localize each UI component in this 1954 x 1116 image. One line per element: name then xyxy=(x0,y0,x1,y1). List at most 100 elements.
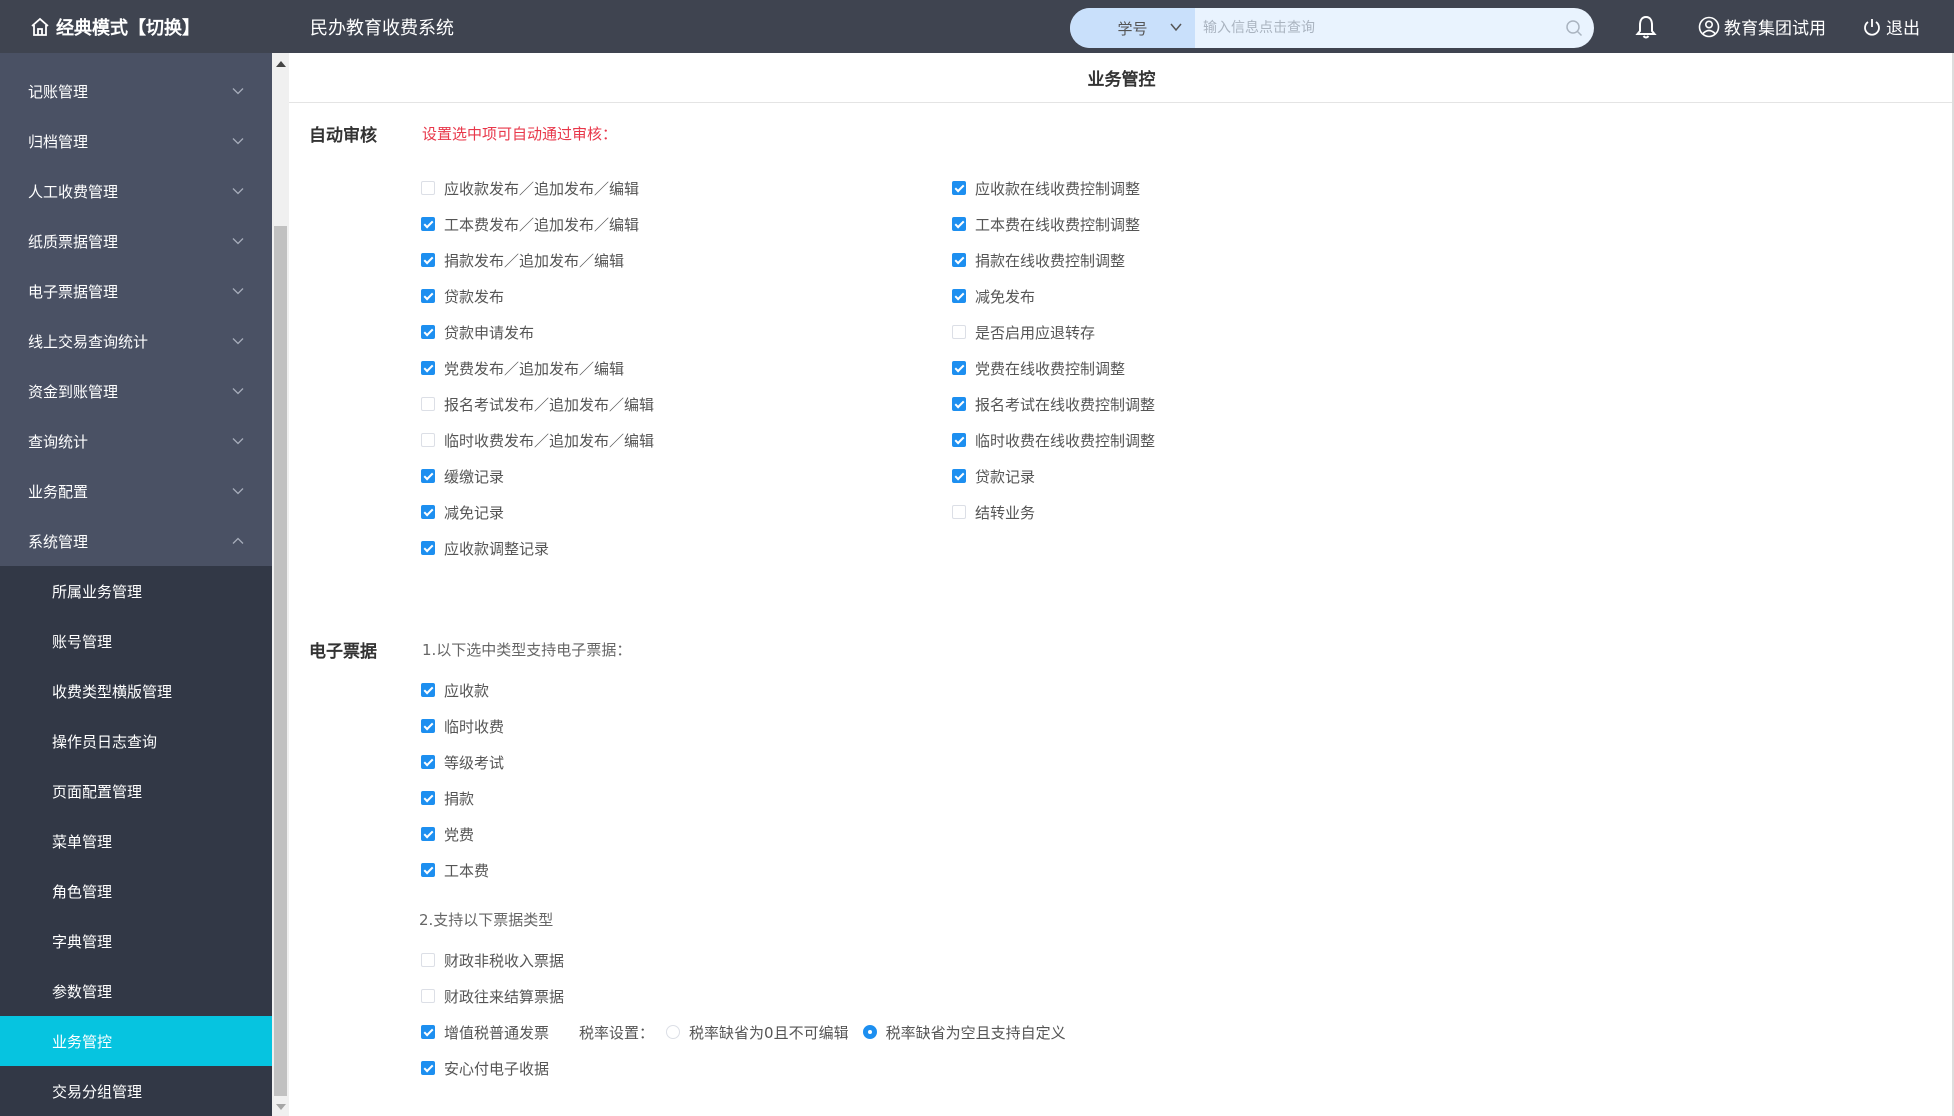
invoice-type-checkbox[interactable]: 财政往来结算票据 xyxy=(421,985,564,1007)
einvoice-hint-invoice-types: 2.支持以下票据类型 xyxy=(419,911,554,929)
sidebar-item-funds[interactable]: 资金到账管理 xyxy=(0,366,272,416)
einvoice-type-checkbox[interactable]: 党费 xyxy=(421,823,474,845)
scroll-down-icon[interactable] xyxy=(276,1104,286,1110)
einvoice-type-checkbox[interactable]: 应收款 xyxy=(421,679,489,701)
checkbox-checked-icon xyxy=(421,755,435,769)
search-input[interactable] xyxy=(1195,8,1554,48)
audit-checkbox[interactable]: 是否启用应退转存 xyxy=(952,321,1095,343)
audit-checkbox[interactable]: 结转业务 xyxy=(952,501,1035,523)
sidebar-item-label: 收费类型横版管理 xyxy=(52,682,173,701)
user-icon xyxy=(1698,16,1720,37)
checkbox-label: 捐款发布／追加发布／编辑 xyxy=(444,251,625,270)
sidebar-subitem-dictionary[interactable]: 字典管理 xyxy=(0,916,272,966)
scroll-up-icon[interactable] xyxy=(276,61,286,67)
checkbox-label: 增值税普通发票 xyxy=(444,1023,550,1042)
sidebar-item-label: 人工收费管理 xyxy=(28,182,119,201)
audit-checkbox[interactable]: 党费发布／追加发布／编辑 xyxy=(421,357,624,379)
checkbox-label: 应收款发布／追加发布／编辑 xyxy=(444,179,640,198)
einvoice-type-checkbox[interactable]: 临时收费 xyxy=(421,715,504,737)
sidebar-subitem-fee-template[interactable]: 收费类型横版管理 xyxy=(0,666,272,716)
audit-checkbox[interactable]: 应收款调整记录 xyxy=(421,537,549,559)
tax-rate-radio-custom[interactable]: 税率缺省为空且支持自定义 xyxy=(862,1022,1066,1043)
audit-checkbox[interactable]: 应收款在线收费控制调整 xyxy=(952,177,1140,199)
checkbox-checked-icon xyxy=(421,683,435,697)
sidebar-item-label: 系统管理 xyxy=(28,532,89,551)
auto-audit-hint: 设置选中项可自动通过审核： xyxy=(422,125,618,143)
search-icon[interactable] xyxy=(1554,8,1594,48)
top-bar: 经典模式【切换】 民办教育收费系统 学号 教育集团试用 退出 xyxy=(0,0,1954,53)
audit-checkbox[interactable]: 减免记录 xyxy=(421,501,504,523)
scrollbar-thumb[interactable] xyxy=(274,226,287,1096)
checkbox-label: 捐款在线收费控制调整 xyxy=(975,251,1126,270)
sidebar-subitem-role[interactable]: 角色管理 xyxy=(0,866,272,916)
audit-checkbox[interactable]: 临时收费发布／追加发布／编辑 xyxy=(421,429,654,451)
einvoice-type-checkbox[interactable]: 工本费 xyxy=(421,859,489,881)
home-icon xyxy=(31,17,49,36)
sidebar: 记账管理 归档管理 人工收费管理 纸质票据管理 电子票据管理 线上交易查询统计 … xyxy=(0,53,272,1116)
audit-checkbox[interactable]: 报名考试在线收费控制调整 xyxy=(952,393,1155,415)
sidebar-subitem-account[interactable]: 账号管理 xyxy=(0,616,272,666)
einvoice-hint-types: 1.以下选中类型支持电子票据： xyxy=(422,641,632,659)
sidebar-item-label: 查询统计 xyxy=(28,432,89,451)
sidebar-scrollbar[interactable] xyxy=(272,53,289,1116)
audit-checkbox[interactable]: 捐款发布／追加发布／编辑 xyxy=(421,249,624,271)
audit-checkbox[interactable]: 工本费发布／追加发布／编辑 xyxy=(421,213,639,235)
checkbox-checked-icon xyxy=(421,863,435,877)
checkbox-label: 贷款记录 xyxy=(975,467,1036,486)
checkbox-label: 临时收费 xyxy=(444,717,505,736)
sidebar-item-manual-fee[interactable]: 人工收费管理 xyxy=(0,166,272,216)
sidebar-subitem-params[interactable]: 参数管理 xyxy=(0,966,272,1016)
audit-checkbox[interactable]: 减免发布 xyxy=(952,285,1035,307)
audit-checkbox[interactable]: 工本费在线收费控制调整 xyxy=(952,213,1140,235)
sidebar-subitem-biz-control[interactable]: 业务管控 xyxy=(0,1016,272,1066)
sidebar-subitem-operator-log[interactable]: 操作员日志查询 xyxy=(0,716,272,766)
audit-checkbox[interactable]: 贷款申请发布 xyxy=(421,321,534,343)
checkbox-checked-icon xyxy=(952,217,966,231)
checkbox-label: 安心付电子收据 xyxy=(444,1059,550,1078)
einvoice-type-checkbox[interactable]: 捐款 xyxy=(421,787,474,809)
sidebar-subitem-menu[interactable]: 菜单管理 xyxy=(0,816,272,866)
sidebar-item-accounting[interactable]: 记账管理 xyxy=(0,66,272,116)
bell-icon[interactable] xyxy=(1634,14,1658,40)
sidebar-item-paper-invoice[interactable]: 纸质票据管理 xyxy=(0,216,272,266)
sidebar-item-e-invoice[interactable]: 电子票据管理 xyxy=(0,266,272,316)
einvoice-label: 电子票据 xyxy=(309,642,377,662)
checkbox-checked-icon xyxy=(421,253,435,267)
audit-checkbox[interactable]: 缓缴记录 xyxy=(421,465,504,487)
mode-switch[interactable]: 经典模式【切换】 xyxy=(30,0,200,53)
audit-checkbox[interactable]: 临时收费在线收费控制调整 xyxy=(952,429,1155,451)
power-icon xyxy=(1864,18,1880,36)
checkbox-label: 减免发布 xyxy=(975,287,1036,306)
sidebar-subitem-business[interactable]: 所属业务管理 xyxy=(0,566,272,616)
audit-checkbox[interactable]: 捐款在线收费控制调整 xyxy=(952,249,1125,271)
audit-checkbox[interactable]: 贷款记录 xyxy=(952,465,1035,487)
sidebar-item-label: 业务管控 xyxy=(52,1032,113,1051)
user-menu[interactable]: 教育集团试用 xyxy=(1698,0,1826,53)
invoice-type-checkbox[interactable]: 安心付电子收据 xyxy=(421,1057,549,1079)
checkbox-label: 报名考试发布／追加发布／编辑 xyxy=(444,395,655,414)
sidebar-item-system[interactable]: 系统管理 xyxy=(0,516,272,566)
einvoice-type-checkbox[interactable]: 等级考试 xyxy=(421,751,504,773)
sidebar-item-biz-config[interactable]: 业务配置 xyxy=(0,466,272,516)
invoice-type-checkbox[interactable]: 财政非税收入票据 xyxy=(421,949,564,971)
sidebar-subitem-trade-group[interactable]: 交易分组管理 xyxy=(0,1066,272,1116)
checkbox-checked-icon xyxy=(421,217,435,231)
checkbox-label: 贷款申请发布 xyxy=(444,323,535,342)
sidebar-item-archive[interactable]: 归档管理 xyxy=(0,116,272,166)
audit-checkbox[interactable]: 应收款发布／追加发布／编辑 xyxy=(421,177,639,199)
logout-button[interactable]: 退出 xyxy=(1862,0,1920,53)
sidebar-subitem-page-config[interactable]: 页面配置管理 xyxy=(0,766,272,816)
search-type-select[interactable]: 学号 xyxy=(1070,8,1195,48)
checkbox-checked-icon xyxy=(421,827,435,841)
audit-checkbox[interactable]: 党费在线收费控制调整 xyxy=(952,357,1125,379)
checkbox-icon xyxy=(421,181,435,195)
checkbox-checked-icon xyxy=(421,325,435,339)
audit-checkbox[interactable]: 报名考试发布／追加发布／编辑 xyxy=(421,393,654,415)
tax-rate-radio-zero[interactable]: 税率缺省为0且不可编辑 xyxy=(666,1022,849,1043)
audit-checkbox[interactable]: 贷款发布 xyxy=(421,285,504,307)
sidebar-item-query-stats[interactable]: 查询统计 xyxy=(0,416,272,466)
page-title: 业务管控 xyxy=(289,53,1954,103)
sidebar-item-online-trade[interactable]: 线上交易查询统计 xyxy=(0,316,272,366)
invoice-type-checkbox[interactable]: 增值税普通发票 xyxy=(421,1022,549,1043)
checkbox-checked-icon xyxy=(421,289,435,303)
